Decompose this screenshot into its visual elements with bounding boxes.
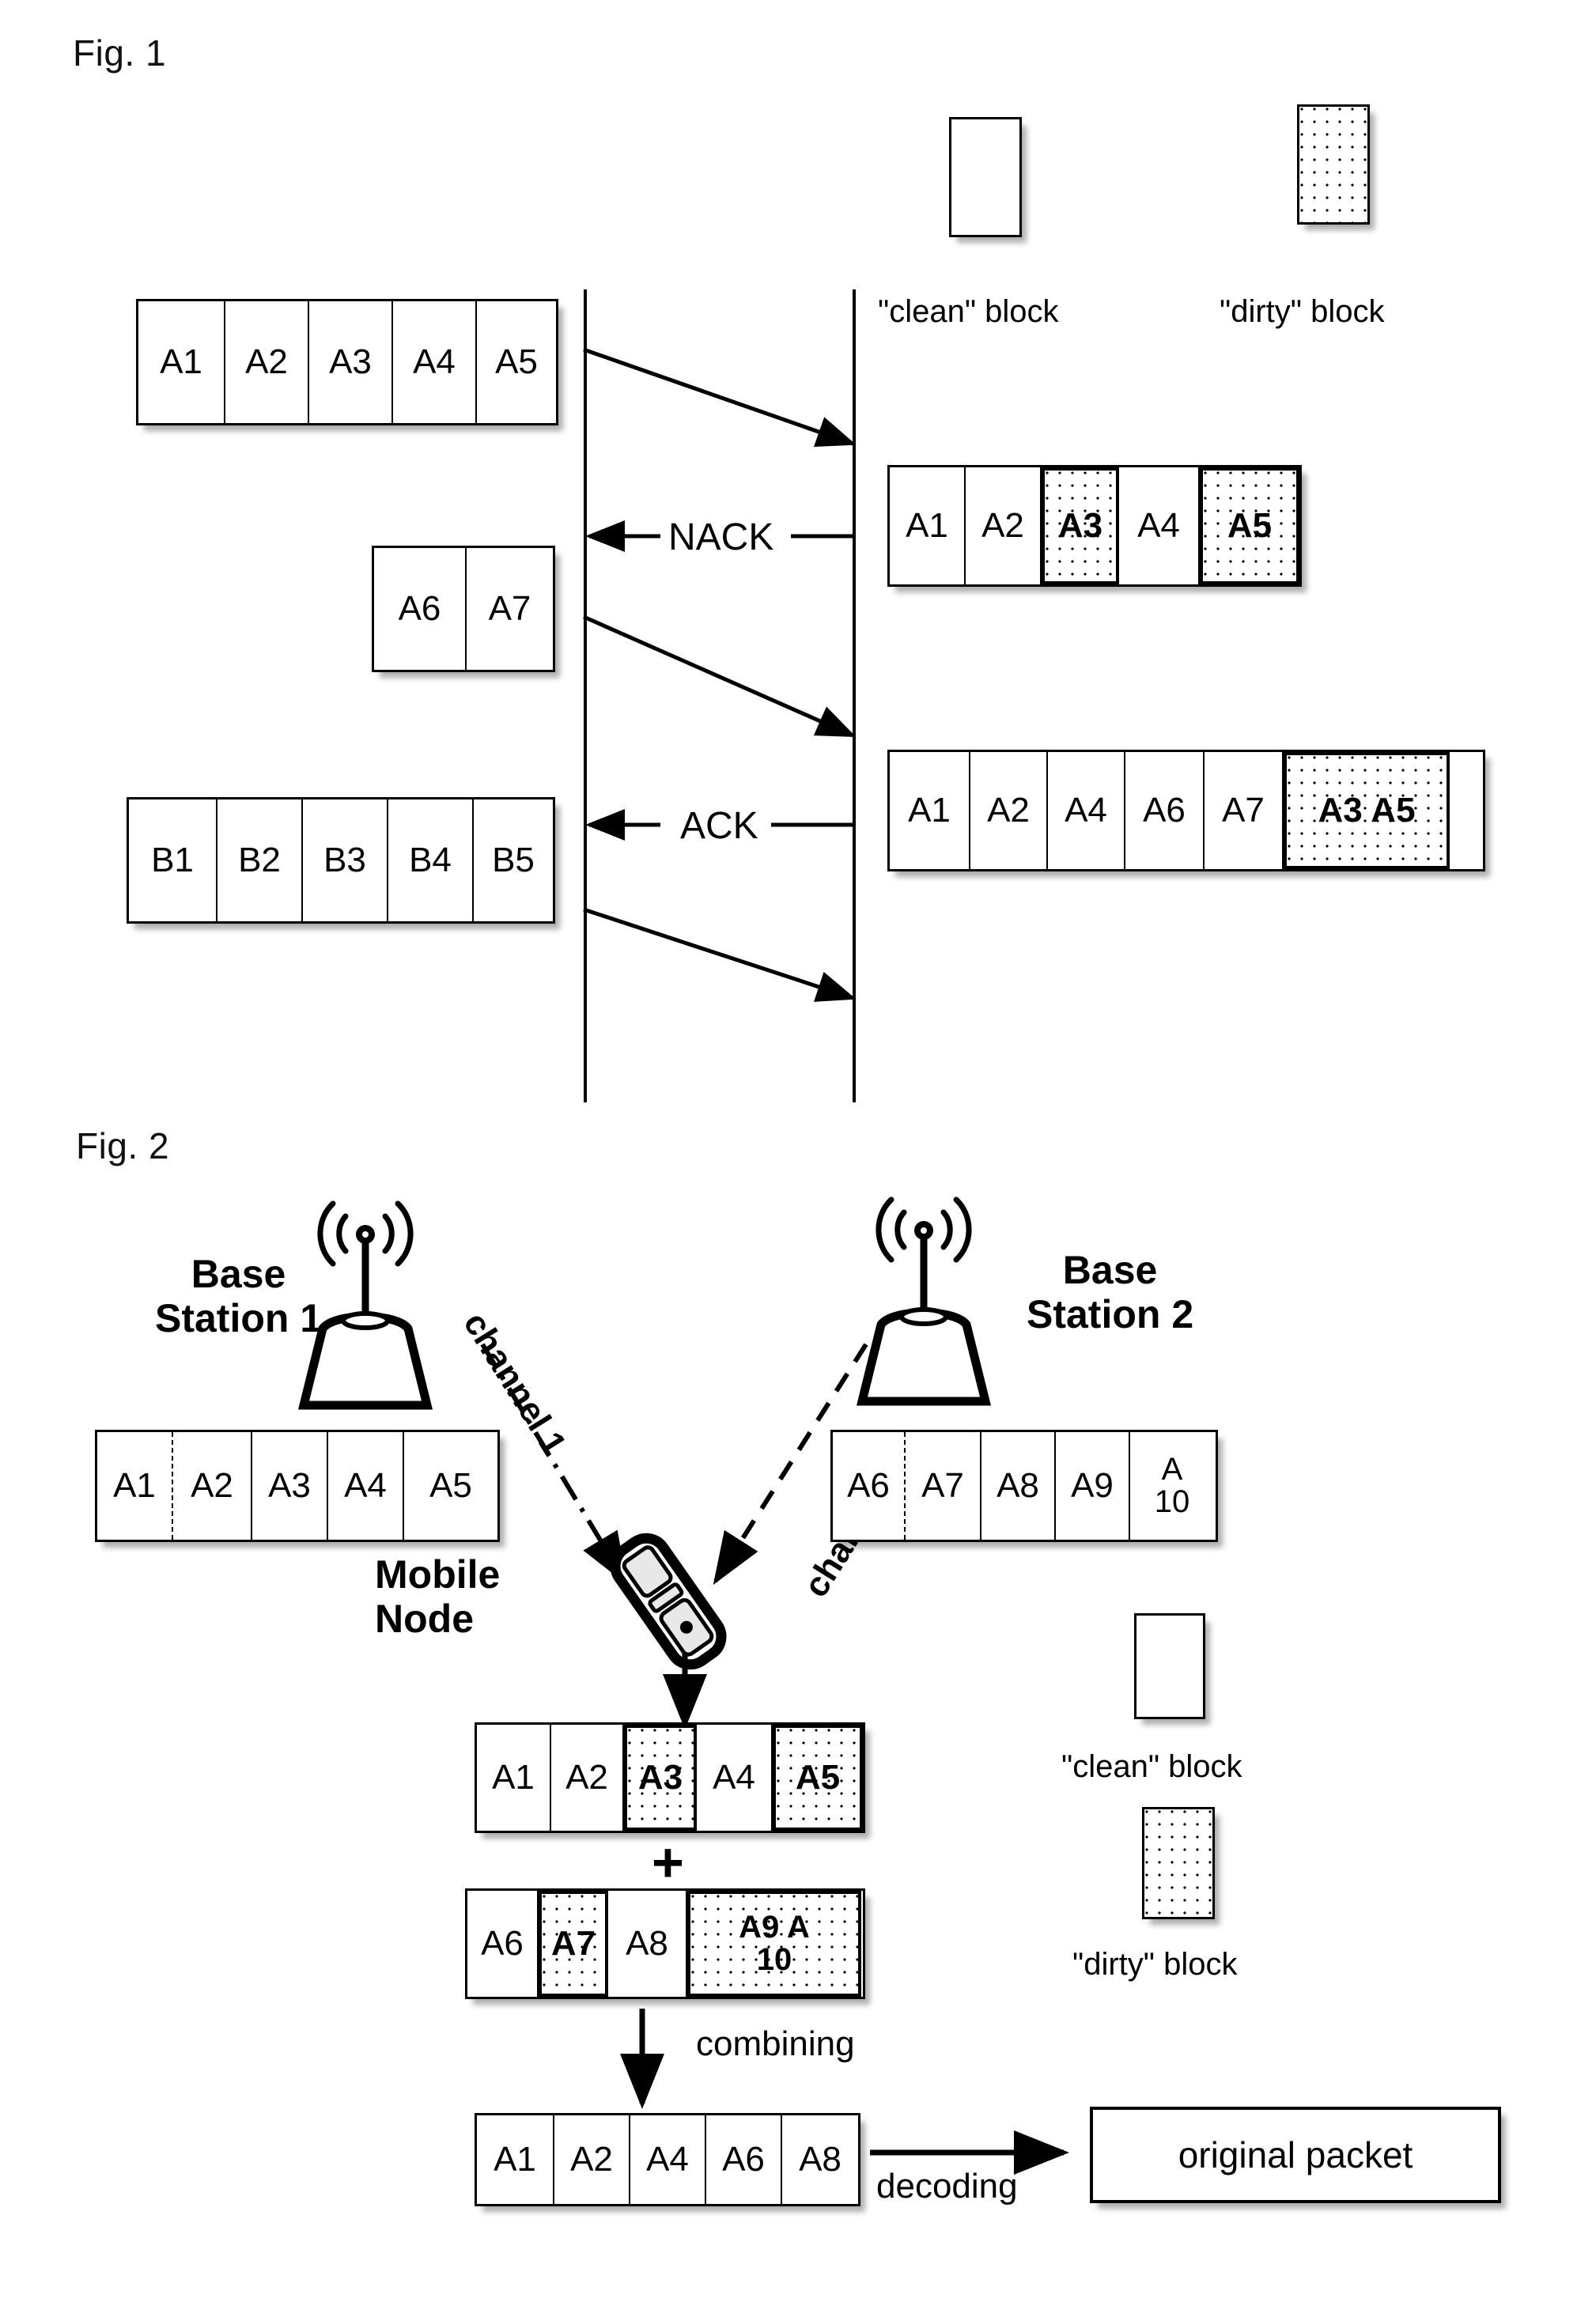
packet-cell: A2 — [225, 301, 309, 423]
packet-cell: A5 — [477, 301, 556, 423]
packet-cell: A1 — [138, 301, 225, 423]
packet-cell: A4 — [328, 1432, 404, 1540]
packet-cell: B2 — [217, 799, 303, 921]
packet-cell: A1 — [477, 2115, 554, 2204]
packet-cell: A2 — [966, 467, 1042, 584]
packet-cell-dirty: A7 — [539, 1891, 608, 1997]
fig1-receiver-block-1: A1 A2 A3 A4 A5 — [887, 465, 1302, 587]
packet-cell: B3 — [303, 799, 388, 921]
packet-cell: A6 — [467, 1891, 539, 1997]
plus-symbol: + — [652, 1831, 684, 1893]
packet-cell: A6 — [706, 2115, 782, 2204]
packet-cell: B1 — [129, 799, 217, 921]
packet-cell: B4 — [388, 799, 474, 921]
packet-cell: A6 — [833, 1432, 906, 1540]
packet-cell: A4 — [1048, 752, 1125, 869]
packet-cell-dirty: A3 — [624, 1725, 697, 1831]
fig1-data-arrow-3 — [583, 907, 857, 1002]
fig1-sender-block-3: B1 B2 B3 B4 B5 — [127, 797, 555, 924]
fig2-clean-block-label: "clean" block — [1061, 1749, 1242, 1784]
fig2-bs1-block: A1 A2 A3 A4 A5 — [95, 1430, 500, 1542]
packet-cell: A1 — [890, 752, 970, 869]
fig1-data-arrow-1 — [583, 347, 857, 448]
packet-cell: A3 — [309, 301, 393, 423]
packet-cell: A9 — [1056, 1432, 1130, 1540]
packet-cell: A7 — [1205, 752, 1284, 869]
base-station-1-label: Base Station 1 — [155, 1252, 323, 1340]
packet-cell: A1 — [890, 467, 966, 584]
packet-cell: A2 — [173, 1432, 252, 1540]
decoding-label: decoding — [876, 2167, 1018, 2206]
packet-cell: A6 — [374, 548, 467, 670]
packet-cell: A1 — [477, 1725, 551, 1831]
fig1-sender-timeline — [584, 289, 587, 1102]
packet-cell: A8 — [608, 1891, 687, 1997]
fig2-caption: Fig. 2 — [76, 1125, 170, 1166]
original-packet-box: original packet — [1090, 2107, 1501, 2203]
fig2-received-block-2: A6 A7 A8 A9 A 10 — [465, 1888, 865, 1999]
packet-cell: A3 — [252, 1432, 328, 1540]
fig1-data-arrow-2 — [582, 614, 857, 738]
fig1-sender-block-1: A1 A2 A3 A4 A5 — [136, 299, 558, 425]
packet-cell: A2 — [551, 1725, 624, 1831]
packet-cell-dirty: A9 A 10 — [687, 1891, 861, 1997]
packet-cell: A7 — [906, 1432, 981, 1540]
packet-cell: A 10 — [1130, 1432, 1214, 1540]
fig1-receiver-block-2: A1 A2 A4 A6 A7 A3 A5 — [887, 750, 1485, 871]
packet-cell: A6 — [1125, 752, 1205, 869]
packet-cell: A8 — [981, 1432, 1056, 1540]
mobile-phone-icon — [610, 1533, 727, 1670]
mobile-node-label: Mobile Node — [375, 1552, 501, 1641]
fig2-combined-block: A1 A2 A4 A6 A8 — [475, 2113, 860, 2206]
packet-cell: A4 — [1119, 467, 1200, 584]
fig1-dirty-block-sample — [1297, 104, 1370, 225]
fig1-sender-block-2: A6 A7 — [372, 546, 555, 672]
fig1-dirty-block-label: "dirty" block — [1220, 294, 1385, 329]
fig1-caption: Fig. 1 — [73, 32, 167, 74]
packet-cell: A4 — [697, 1725, 773, 1831]
packet-cell: A4 — [630, 2115, 706, 2204]
fig2-clean-block-sample — [1134, 1613, 1205, 1719]
fig1-nack-label: NACK — [668, 516, 774, 558]
packet-cell: A8 — [782, 2115, 858, 2204]
fig1-ack-label: ACK — [680, 805, 758, 847]
packet-cell: A4 — [393, 301, 477, 423]
fig2-bs2-block: A6 A7 A8 A9 A 10 — [830, 1430, 1218, 1542]
combining-label: combining — [696, 2024, 855, 2063]
fig2-dirty-block-label: "dirty" block — [1072, 1947, 1238, 1982]
fig1-clean-block-label: "clean" block — [878, 294, 1059, 329]
antenna-icon-bs1 — [297, 1200, 433, 1410]
fig1-clean-block-sample — [949, 117, 1022, 237]
fig2-dirty-block-sample — [1142, 1807, 1215, 1919]
base-station-2-label: Base Station 2 — [1027, 1248, 1194, 1336]
packet-cell: A1 — [97, 1432, 173, 1540]
fig2-received-block-1: A1 A2 A3 A4 A5 — [475, 1722, 865, 1833]
packet-cell-dirty: A3 A5 — [1284, 752, 1450, 869]
packet-cell-dirty: A5 — [1200, 467, 1299, 584]
packet-cell: A2 — [554, 2115, 630, 2204]
packet-cell: A2 — [970, 752, 1048, 869]
packet-cell: A5 — [404, 1432, 497, 1540]
antenna-icon-bs2 — [856, 1196, 992, 1406]
packet-cell-dirty: A5 — [773, 1725, 863, 1831]
fig1-receiver-timeline — [853, 289, 856, 1102]
packet-cell: B5 — [474, 799, 553, 921]
packet-cell-dirty: A3 — [1042, 467, 1119, 584]
packet-cell: A7 — [466, 548, 553, 670]
